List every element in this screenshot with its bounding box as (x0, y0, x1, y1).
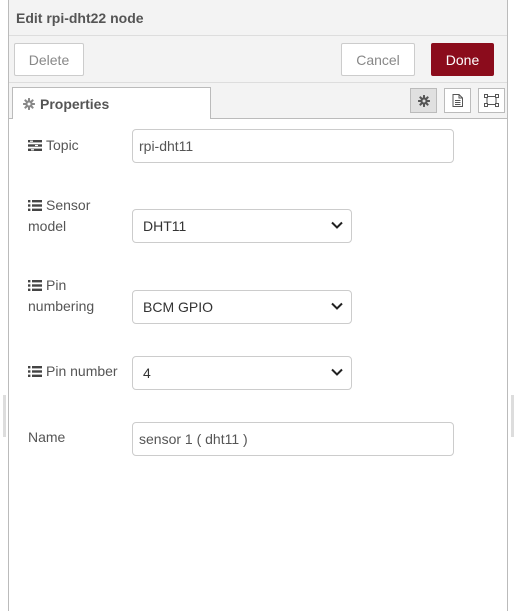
topic-label: Topic (28, 135, 79, 156)
tray-title: Edit rpi-dht22 node (16, 9, 144, 26)
name-label: Name (28, 429, 66, 445)
document-icon (452, 94, 463, 107)
tray-toolbar: Delete Cancel Done (9, 36, 507, 83)
name-input[interactable] (132, 422, 454, 456)
pin-numbering-selected: BCM GPIO (143, 299, 214, 315)
gear-icon (417, 94, 430, 107)
list-icon (28, 362, 42, 382)
chevron-down-icon (331, 302, 343, 310)
list-icon (28, 196, 42, 216)
pin-numbering-label-line1: Pin (46, 277, 67, 293)
tabs-bar: Properties (9, 83, 507, 119)
cancel-button[interactable]: Cancel (341, 43, 415, 76)
tab-button-settings[interactable] (410, 88, 437, 113)
done-button[interactable]: Done (431, 43, 494, 76)
pin-number-select[interactable]: 4 (132, 356, 352, 390)
sensor-model-select[interactable]: DHT11 (132, 209, 352, 243)
edit-tray: Edit rpi-dht22 node Delete Cancel Done P… (8, 0, 508, 611)
tray-header: Edit rpi-dht22 node (9, 0, 507, 36)
chevron-down-icon (331, 221, 343, 229)
pin-number-label: Pin number (28, 361, 118, 382)
pin-numbering-select[interactable]: BCM GPIO (132, 290, 352, 324)
tab-button-description[interactable] (444, 88, 471, 113)
sensor-model-label-line2: model (28, 218, 67, 234)
pin-number-label-text: Pin number (46, 363, 118, 379)
sensor-model-label-line1: Sensor (46, 197, 91, 213)
pin-numbering-label-line2: numbering (28, 298, 95, 314)
pin-number-selected: 4 (143, 365, 151, 381)
tab-properties[interactable]: Properties (12, 87, 211, 119)
list-icon (28, 276, 42, 296)
tab-button-appearance[interactable] (478, 88, 505, 113)
chevron-down-icon (331, 368, 343, 376)
left-resize-handle[interactable] (3, 395, 6, 437)
frame-icon (484, 94, 499, 107)
pin-numbering-label: Pin numbering (28, 275, 94, 316)
sensor-model-selected: DHT11 (143, 218, 187, 234)
tab-properties-label: Properties (40, 95, 110, 112)
topic-label-text: Topic (46, 137, 79, 153)
delete-button[interactable]: Delete (14, 43, 84, 76)
gear-icon (23, 97, 35, 110)
tasks-icon (28, 136, 42, 156)
topic-input[interactable] (132, 129, 454, 163)
sensor-model-label: Sensor model (28, 195, 90, 236)
right-resize-handle[interactable] (511, 395, 514, 437)
